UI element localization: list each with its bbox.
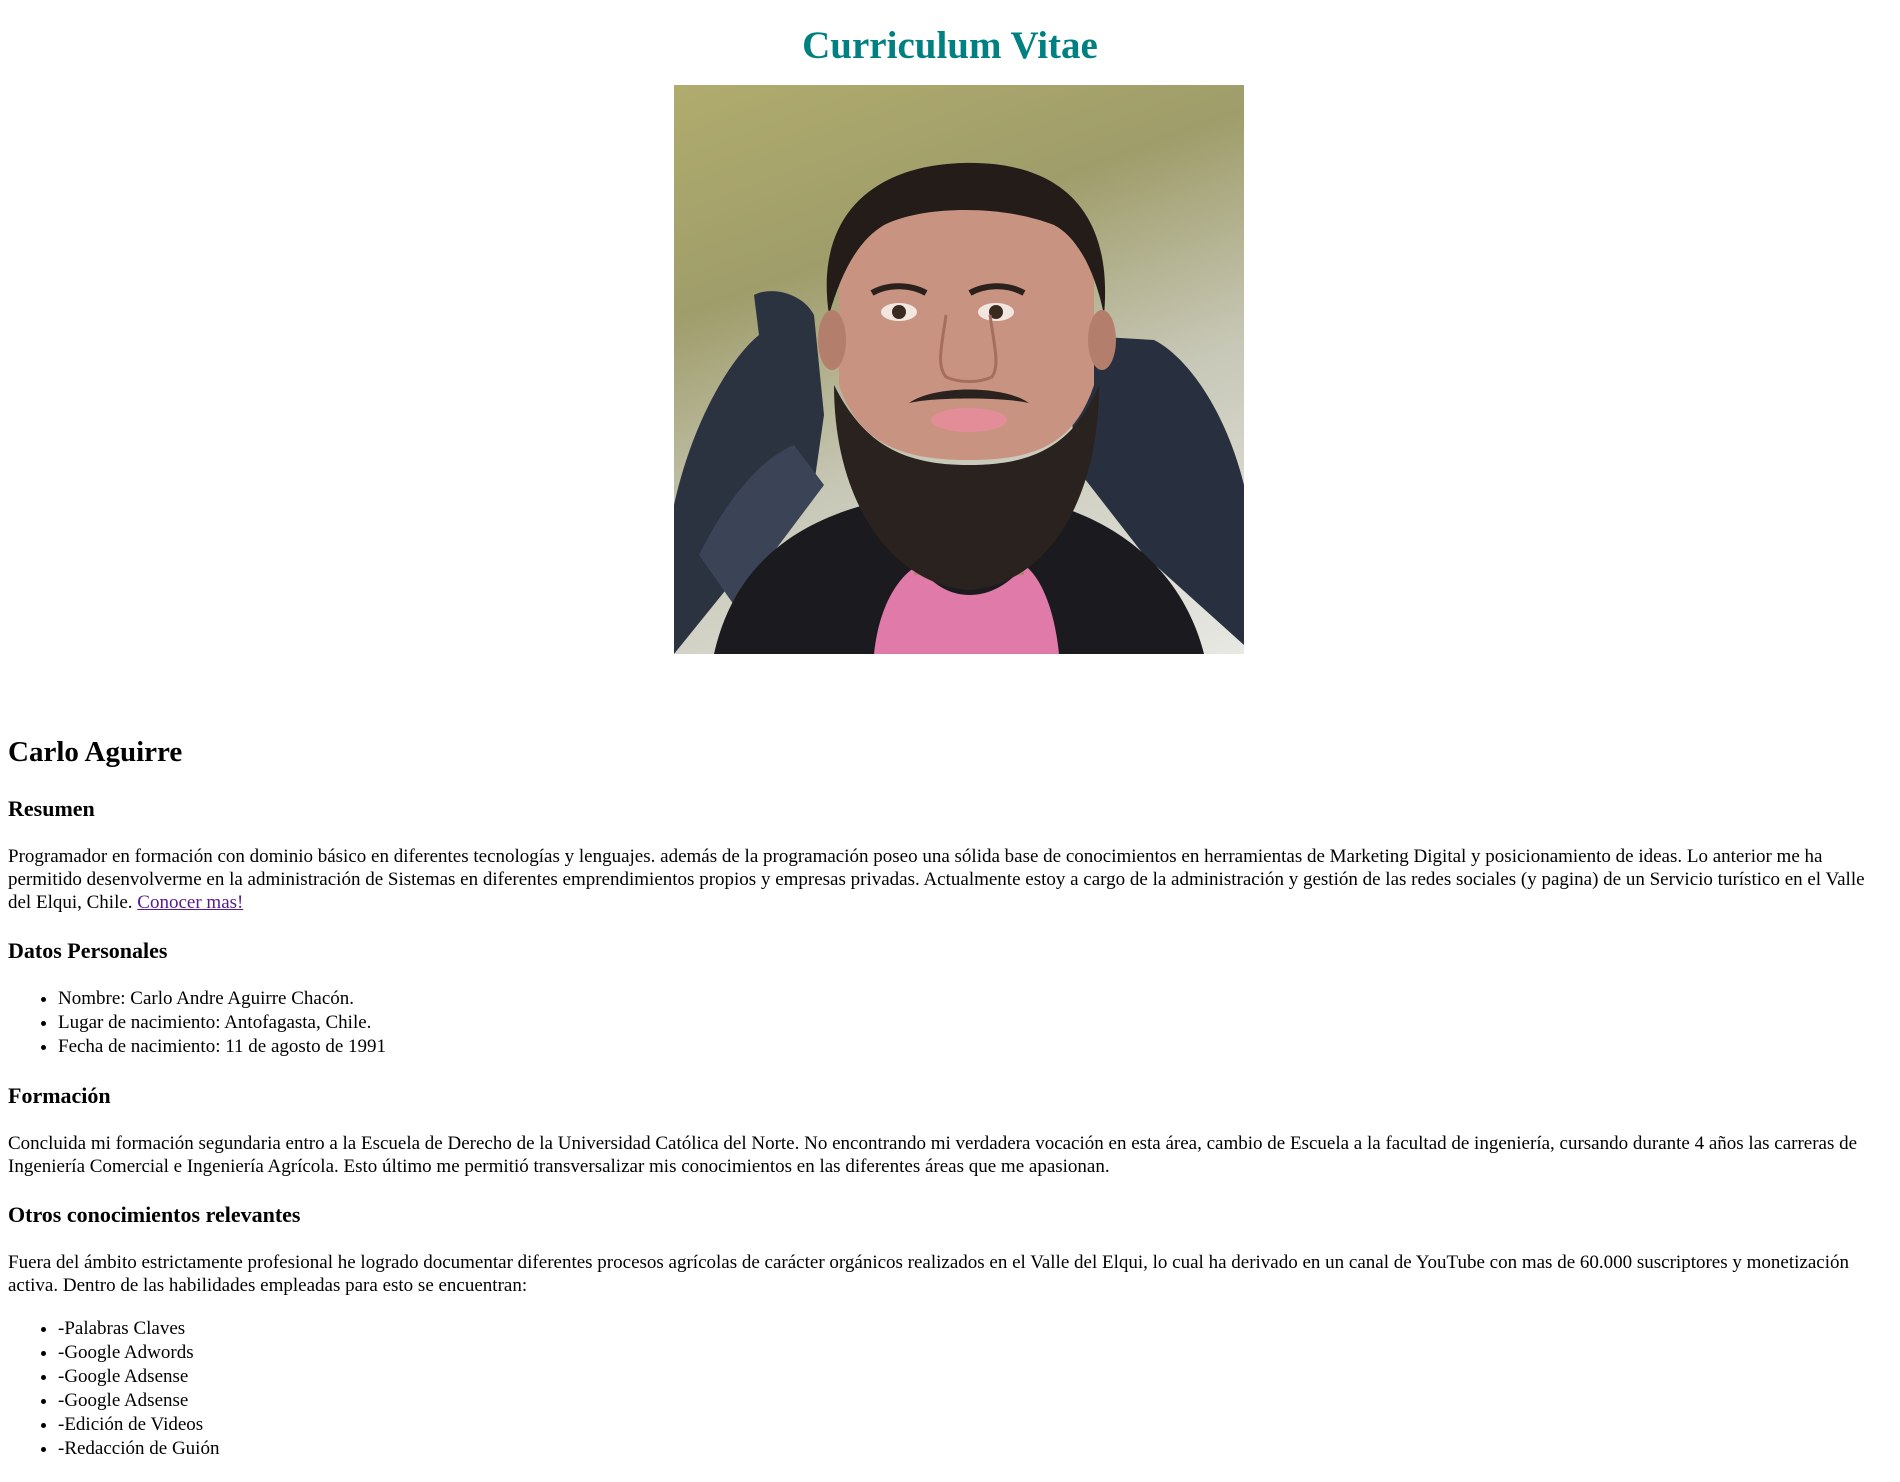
photo-container: [0, 85, 1900, 654]
resumen-heading: Resumen: [8, 796, 95, 821]
page-title: Curriculum Vitae: [802, 24, 1098, 67]
profile-photo: [674, 85, 1244, 654]
list-item: Fecha de nacimiento: 11 de agosto de 199…: [58, 1035, 1892, 1059]
skills-list: -Palabras Claves -Google Adwords -Google…: [8, 1317, 1892, 1461]
list-item: -Google Adsense: [58, 1365, 1892, 1389]
otros-heading: Otros conocimientos relevantes: [8, 1202, 301, 1227]
list-item: -Google Adsense: [58, 1389, 1892, 1413]
list-item: -Edición de Videos: [58, 1413, 1892, 1437]
resumen-paragraph: Programador en formación con dominio bás…: [8, 845, 1892, 914]
list-item: Lugar de nacimiento: Antofagasta, Chile.: [58, 1011, 1892, 1035]
formacion-paragraph: Concluida mi formación segundaria entro …: [8, 1133, 1858, 1177]
list-item: -Palabras Claves: [58, 1317, 1892, 1341]
datos-heading: Datos Personales: [8, 938, 168, 963]
list-item: -Google Adwords: [58, 1341, 1892, 1365]
resumen-text: Programador en formación con dominio bás…: [8, 846, 1865, 913]
profile-photo-illustration: [674, 162, 1244, 654]
list-item: Nombre: Carlo Andre Aguirre Chacón.: [58, 987, 1892, 1011]
conocer-mas-link[interactable]: Conocer mas!: [137, 892, 243, 913]
otros-paragraph: Fuera del ámbito estrictamente profesion…: [8, 1252, 1849, 1296]
list-item: -Redacción de Guión: [58, 1437, 1892, 1461]
datos-list: Nombre: Carlo Andre Aguirre Chacón. Luga…: [8, 987, 1892, 1059]
person-name: Carlo Aguirre: [8, 736, 183, 768]
formacion-heading: Formación: [8, 1083, 111, 1108]
